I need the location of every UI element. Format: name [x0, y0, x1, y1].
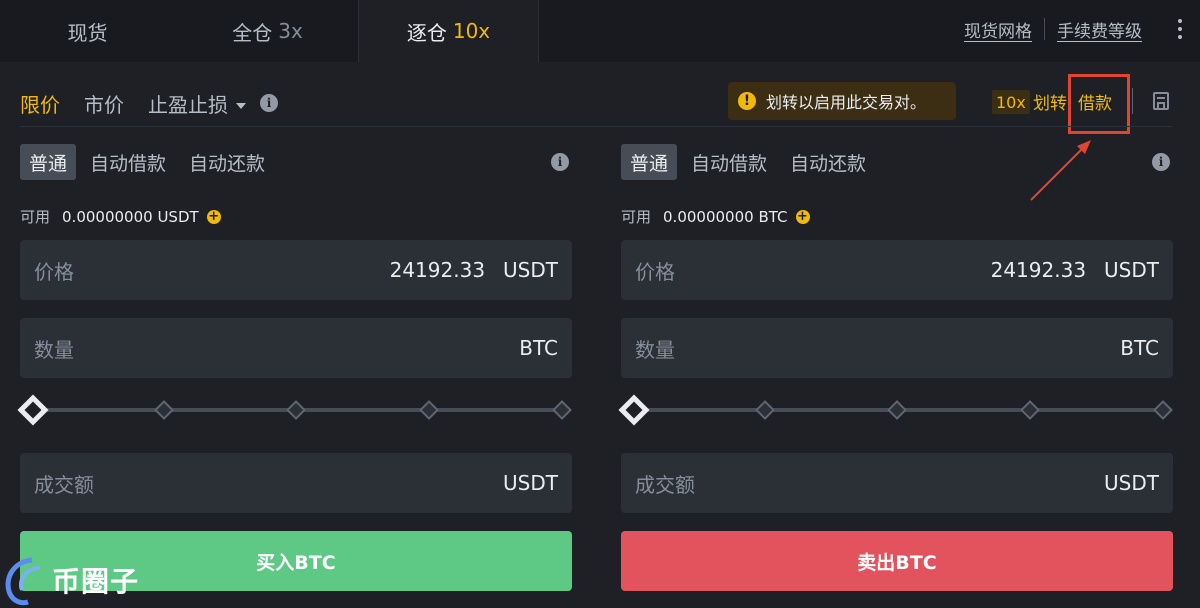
- sell-mode-normal[interactable]: 普通: [621, 144, 678, 180]
- watermark-logo: 币圈子: [0, 548, 150, 608]
- watermark-text: 币圈子: [52, 565, 140, 598]
- slider-thumb[interactable]: [17, 394, 49, 426]
- available-value: 0.00000000 BTC: [663, 207, 788, 226]
- slider-step-50[interactable]: [286, 400, 306, 420]
- total-unit: USDT: [1104, 471, 1159, 495]
- warning-icon: !: [738, 92, 756, 110]
- total-label: 成交额: [635, 472, 695, 497]
- tab-cross-margin[interactable]: 全仓 3x: [180, 0, 355, 62]
- transfer-button[interactable]: 划转: [1033, 89, 1067, 114]
- sell-available-balance: 可用 0.00000000 BTC +: [621, 206, 810, 227]
- leverage-badge: 10x: [992, 90, 1030, 114]
- buy-total-input[interactable]: 成交额 USDT: [20, 453, 572, 513]
- order-type-tabs: 限价 市价 止盈止损 i: [20, 84, 278, 122]
- buy-mode-auto-borrow[interactable]: 自动借款: [81, 144, 175, 180]
- total-unit: USDT: [503, 471, 558, 495]
- price-unit: USDT: [503, 258, 558, 282]
- sell-mode-auto-borrow[interactable]: 自动借款: [682, 144, 776, 180]
- tab-spot[interactable]: 现货: [0, 0, 175, 62]
- order-type-stop-label: 止盈止损: [148, 92, 228, 117]
- divider: [1044, 18, 1045, 40]
- chevron-down-icon: [236, 103, 246, 109]
- transfer-warning-banner: ! 划转以启用此交易对。: [728, 82, 956, 120]
- slider-step-100[interactable]: [552, 400, 572, 420]
- amount-label: 数量: [635, 337, 675, 362]
- more-options-icon[interactable]: [1160, 14, 1200, 44]
- price-unit: USDT: [1104, 258, 1159, 282]
- spot-grid-link[interactable]: 现货网格: [964, 17, 1032, 42]
- add-funds-icon[interactable]: +: [206, 209, 221, 224]
- price-label: 价格: [34, 259, 74, 284]
- warning-text: 划转以启用此交易对。: [766, 93, 927, 112]
- tab-cross-label: 全仓: [232, 20, 273, 45]
- buy-mode-normal[interactable]: 普通: [20, 144, 77, 180]
- fee-tier-link[interactable]: 手续费等级: [1057, 17, 1142, 42]
- calculator-icon[interactable]: [1153, 92, 1169, 110]
- slider-step-100[interactable]: [1153, 400, 1173, 420]
- order-type-market[interactable]: 市价: [84, 89, 124, 118]
- divider: [1132, 88, 1133, 114]
- price-label: 价格: [635, 259, 675, 284]
- sell-percent-slider[interactable]: [618, 394, 1173, 426]
- tab-spot-label: 现货: [67, 20, 108, 45]
- amount-unit: BTC: [519, 336, 558, 360]
- info-icon[interactable]: i: [1152, 153, 1170, 171]
- slider-step-50[interactable]: [887, 400, 907, 420]
- info-icon[interactable]: i: [551, 153, 569, 171]
- price-value: 24192.33: [389, 258, 486, 282]
- sell-mode-tabs: 普通 自动借款 自动还款: [621, 144, 880, 180]
- buy-panel: 普通 自动借款 自动还款 i 可用 0.00000000 USDT + 价格 2…: [17, 140, 572, 608]
- buy-amount-input[interactable]: 数量 BTC: [20, 318, 572, 378]
- amount-label: 数量: [34, 337, 74, 362]
- slider-step-75[interactable]: [1020, 400, 1040, 420]
- tab-isolated-label: 逐仓: [406, 20, 447, 45]
- slider-step-25[interactable]: [755, 400, 775, 420]
- tab-cross-leverage: 3x: [278, 19, 303, 43]
- sell-amount-input[interactable]: 数量 BTC: [621, 318, 1173, 378]
- top-links: 现货网格 手续费等级: [964, 0, 1200, 58]
- slider-thumb[interactable]: [618, 394, 650, 426]
- buy-mode-auto-repay[interactable]: 自动还款: [180, 144, 274, 180]
- available-label: 可用: [20, 208, 51, 226]
- buy-percent-slider[interactable]: [17, 394, 572, 426]
- info-icon[interactable]: i: [260, 94, 278, 112]
- sell-panel: 普通 自动借款 自动还款 i 可用 0.00000000 BTC + 价格 24…: [618, 140, 1173, 608]
- available-label: 可用: [621, 208, 652, 226]
- sell-price-input[interactable]: 价格 24192.33 USDT: [621, 240, 1173, 300]
- buy-available-balance: 可用 0.00000000 USDT +: [20, 206, 221, 227]
- divider: [20, 126, 1172, 127]
- tab-isolated-margin[interactable]: 逐仓 10x: [358, 0, 539, 62]
- amount-unit: BTC: [1120, 336, 1159, 360]
- slider-step-75[interactable]: [419, 400, 439, 420]
- sell-total-input[interactable]: 成交额 USDT: [621, 453, 1173, 513]
- order-type-limit[interactable]: 限价: [20, 89, 60, 118]
- price-value: 24192.33: [990, 258, 1087, 282]
- sell-mode-auto-repay[interactable]: 自动还款: [781, 144, 875, 180]
- order-type-stop-limit[interactable]: 止盈止损: [148, 89, 246, 118]
- buy-price-input[interactable]: 价格 24192.33 USDT: [20, 240, 572, 300]
- highlight-box: [1068, 74, 1130, 134]
- add-funds-icon[interactable]: +: [795, 209, 810, 224]
- slider-step-25[interactable]: [154, 400, 174, 420]
- buy-mode-tabs: 普通 自动借款 自动还款: [20, 144, 279, 180]
- watermark-logo-icon: [5, 557, 41, 606]
- available-value: 0.00000000 USDT: [62, 207, 199, 226]
- total-label: 成交额: [34, 472, 94, 497]
- sell-btc-button[interactable]: 卖出BTC: [621, 531, 1173, 591]
- tab-isolated-leverage: 10x: [452, 19, 491, 43]
- margin-mode-tabbar: 现货 全仓 3x 逐仓 10x 现货网格 手续费等级: [0, 0, 1200, 62]
